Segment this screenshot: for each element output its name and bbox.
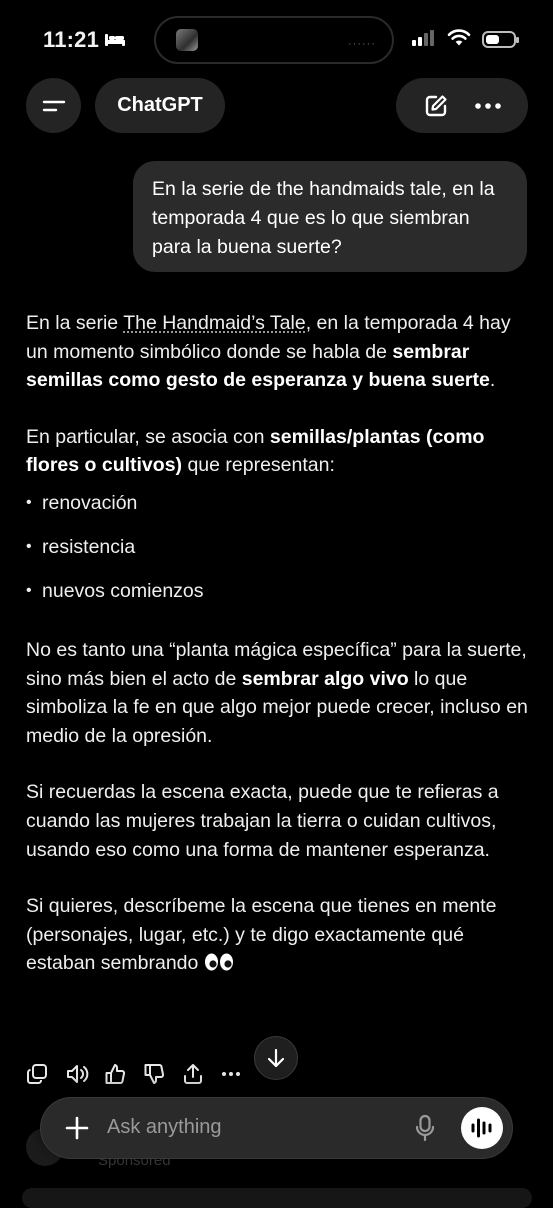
voice-mode-button[interactable] [461, 1107, 503, 1149]
answer-paragraph-2: En particular, se asocia con semillas/pl… [26, 423, 531, 480]
answer-bold-text: sembrar algo vivo [241, 667, 409, 690]
answer-text: Si quieres, descríbeme la escena que tie… [26, 895, 497, 975]
bullet-list: renovación resistencia nuevos comienzos [26, 488, 531, 620]
thumbs-down-icon[interactable] [143, 1062, 182, 1086]
waveform-icon: ······ [348, 38, 376, 50]
cellular-signal-icon [412, 30, 434, 46]
header-actions [396, 78, 528, 133]
read-aloud-icon[interactable] [65, 1062, 104, 1086]
response-toolbar [26, 1062, 260, 1086]
new-chat-icon[interactable] [423, 93, 449, 119]
answer-paragraph-1: En la serie The Handmaid’s Tale, en la t… [26, 309, 531, 395]
list-item: nuevos comienzos [26, 576, 531, 620]
answer-text: . [489, 369, 496, 392]
time-text: 11:21 [43, 27, 100, 52]
arrow-down-icon [267, 1048, 285, 1068]
app-title: ChatGPT [117, 94, 203, 116]
message-composer[interactable]: Ask anything [41, 1098, 512, 1158]
answer-text: que representan: [182, 454, 335, 477]
sidebar-menu-button[interactable] [26, 78, 81, 133]
show-title-link[interactable]: The Handmaid’s Tale [123, 312, 305, 334]
assistant-message: En la serie The Handmaid’s Tale, en la t… [26, 309, 531, 978]
more-options-icon[interactable] [474, 102, 502, 110]
plus-icon[interactable] [63, 1114, 91, 1142]
sponsored-content [22, 1188, 532, 1208]
answer-paragraph-4: Si recuerdas la escena exacta, puede que… [26, 781, 499, 861]
battery-icon [482, 31, 519, 48]
more-icon[interactable] [221, 1062, 260, 1086]
model-selector-button[interactable]: ChatGPT [95, 78, 225, 133]
composer-placeholder[interactable]: Ask anything [107, 1116, 222, 1139]
wifi-icon [447, 29, 471, 46]
voice-waveform-icon [471, 1118, 492, 1138]
menu-icon [42, 100, 65, 111]
eyes-emoji-icon [204, 953, 233, 971]
status-time: 11:21 [43, 27, 126, 53]
answer-paragraph-3: No es tanto una “planta mágica específic… [26, 636, 531, 750]
answer-paragraph-5: Si quieres, descríbeme la escena que tie… [26, 892, 531, 978]
answer-text: En la serie [26, 312, 124, 334]
now-playing-artwork [176, 29, 198, 51]
microphone-icon[interactable] [414, 1114, 436, 1142]
thumbs-up-icon[interactable] [104, 1062, 143, 1086]
user-message-bubble[interactable]: En la serie de the handmaids tale, en la… [133, 161, 527, 272]
list-item: renovación [26, 488, 531, 532]
status-bar: 11:21 ······ [0, 0, 553, 80]
copy-icon[interactable] [26, 1062, 65, 1086]
list-item: resistencia [26, 532, 531, 576]
share-icon[interactable] [182, 1062, 221, 1086]
scroll-to-bottom-button[interactable] [254, 1036, 298, 1080]
user-message-text: En la serie de the handmaids tale, en la… [152, 178, 495, 258]
sleep-focus-icon [105, 34, 126, 46]
answer-text: En particular, se asocia con [26, 425, 270, 448]
dynamic-island[interactable]: ······ [154, 16, 394, 64]
